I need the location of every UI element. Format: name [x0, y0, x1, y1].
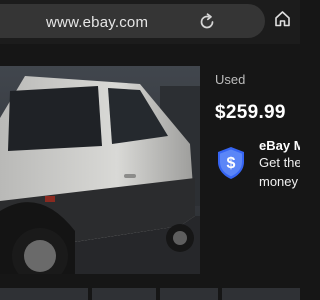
photo-thumbnail[interactable] [222, 288, 300, 300]
ebay-listing-page: www.ebay.com Used $259.99 $ eBay M Get t… [0, 0, 300, 300]
promo-title[interactable]: eBay M [259, 138, 300, 153]
listing-photo[interactable] [0, 66, 200, 274]
url-text[interactable]: www.ebay.com [46, 14, 148, 31]
condition-label: Used [215, 72, 246, 87]
home-icon[interactable] [274, 10, 291, 27]
shield-dollar-icon: $ [218, 147, 244, 179]
photo-thumbnail-strip [0, 288, 300, 300]
truck-photo [0, 66, 200, 274]
reload-icon[interactable] [198, 13, 216, 31]
promo-line-1: Get the [259, 155, 300, 170]
listing-content: Used $259.99 $ eBay M Get the money [0, 44, 300, 300]
price: $259.99 [215, 102, 286, 123]
promo-line-2: money [259, 174, 299, 189]
address-bar[interactable]: www.ebay.com [0, 4, 265, 38]
photo-thumbnail[interactable] [92, 288, 156, 300]
photo-thumbnail[interactable] [160, 288, 218, 300]
photo-thumbnail[interactable] [0, 288, 88, 300]
browser-toolbar: www.ebay.com [0, 0, 300, 44]
svg-text:$: $ [227, 155, 236, 172]
